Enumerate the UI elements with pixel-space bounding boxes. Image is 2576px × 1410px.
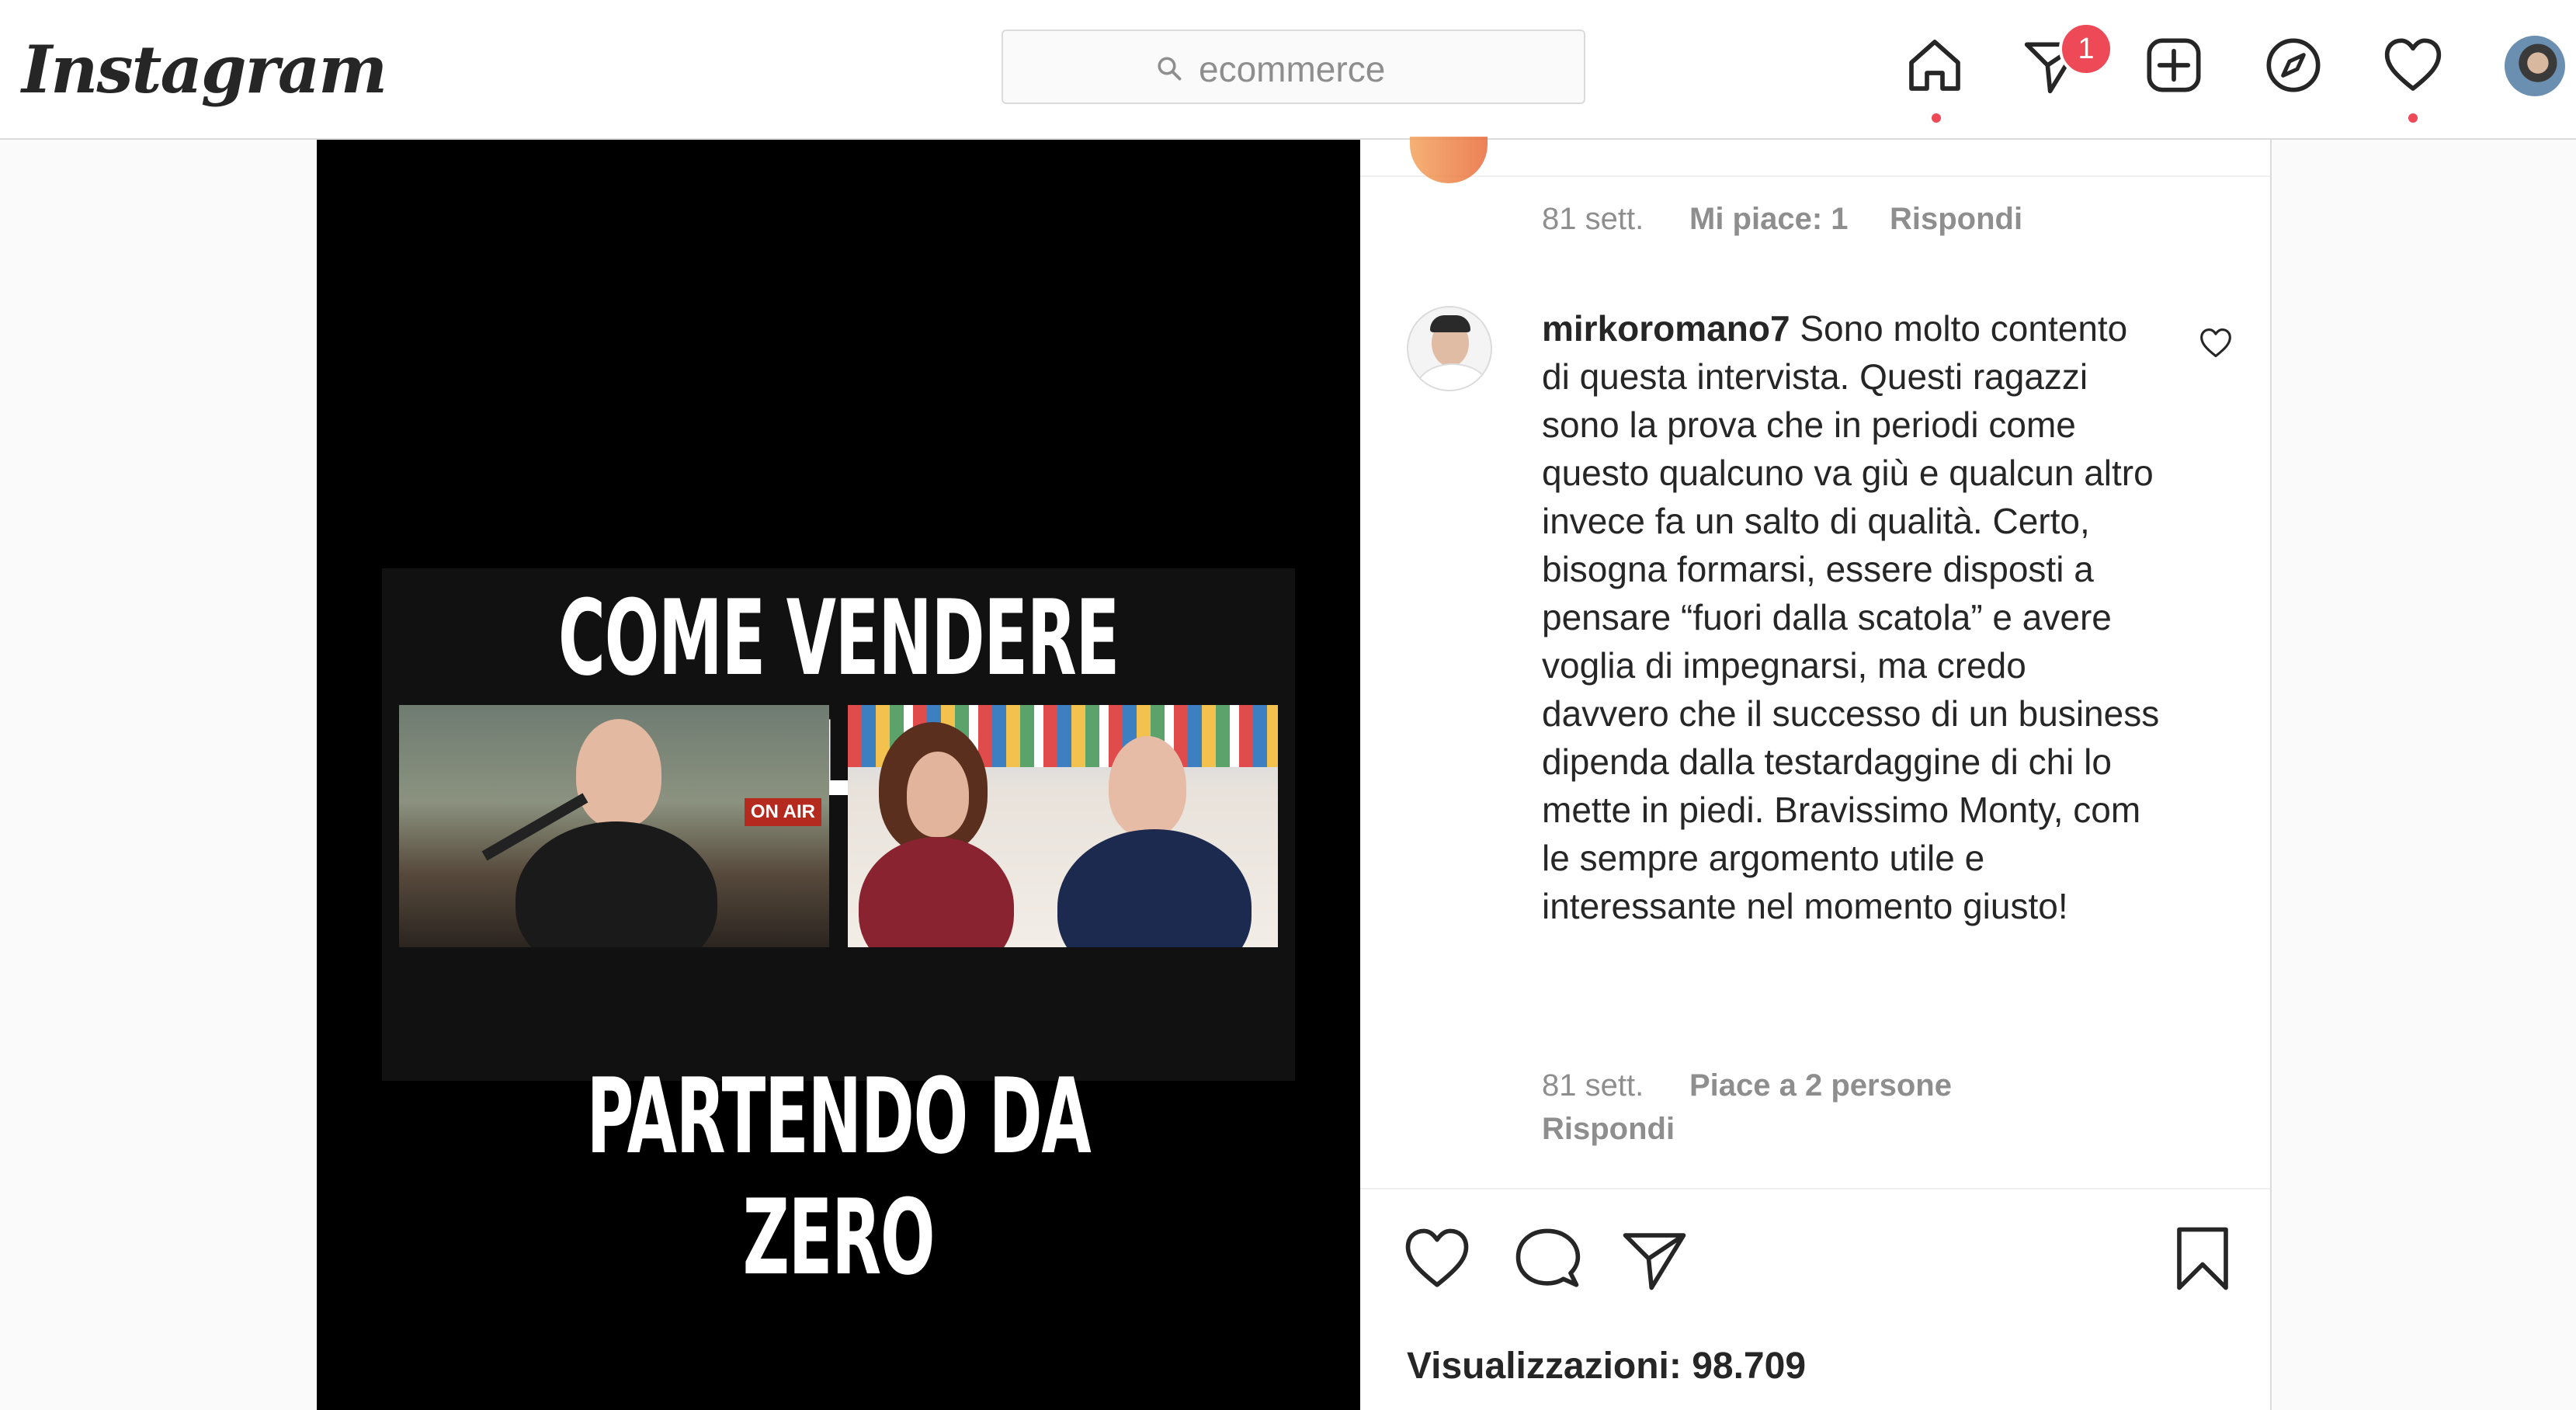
previous-comment-likes-label: Mi piace: 1 [1689,202,1849,236]
comment-username[interactable]: mirkoromano7 [1542,308,1790,349]
comments-panel: 81 sett. Mi piace: 1 Rispondi mirkoroman… [1360,137,2270,1410]
notification-badge: 1 [2059,22,2113,76]
avatar-shirt [1416,363,1489,390]
save-icon[interactable] [2168,1224,2238,1294]
home-active-dot [1932,113,1941,123]
top-navigation-bar: Instagram ecommerce 1 [0,0,2576,140]
divider [1360,175,2270,177]
search-icon [1158,57,1182,81]
comment-reply-label: Rispondi [1542,1112,1675,1146]
video-thumbnail: COME VENDERE ONLINE ON AIR PARTENDO DA Z… [382,568,1295,1298]
activity-dot [2408,113,2418,123]
search-input[interactable]: ecommerce [1002,30,1585,104]
home-icon[interactable] [1904,34,1966,96]
profile-avatar[interactable] [2505,36,2565,96]
comment-likes[interactable]: Piace a 2 persone [1689,1068,1952,1103]
video-frame-guests [848,705,1278,947]
guest-woman-body [859,837,1014,947]
comment-reply[interactable]: Rispondi [1542,1112,1675,1147]
view-count: Visualizzazioni: 98.709 [1407,1346,1807,1387]
guest-woman-face [907,752,969,837]
guest-man-face [1109,736,1186,837]
host-face [576,719,661,828]
comment-like-icon[interactable] [2199,326,2233,360]
video-title-bottom: PARTENDO DA ZERO [586,1056,1092,1298]
comment-likes-label: Piace a 2 persone [1689,1068,1952,1103]
comment-time[interactable]: 81 sett. [1542,1068,1644,1103]
previous-comment-time[interactable]: 81 sett. [1542,202,1644,237]
on-air-sign: ON AIR [744,798,821,826]
activity-icon[interactable] [2382,34,2444,96]
post-video[interactable]: COME VENDERE ONLINE ON AIR PARTENDO DA Z… [317,140,1360,1410]
new-post-icon[interactable] [2143,34,2205,96]
explore-icon[interactable] [2262,34,2324,96]
comment-avatar[interactable] [1407,306,1492,391]
previous-comment-reply-label: Rispondi [1890,202,2023,236]
instagram-logo[interactable]: Instagram [22,31,387,108]
search-query: ecommerce [1199,49,1386,89]
host-body [516,821,717,947]
comment-icon[interactable] [1512,1224,1582,1294]
like-icon[interactable] [1402,1224,1472,1294]
avatar-hair [1430,315,1470,332]
video-frame-host: ON AIR [399,705,829,947]
comment-text: Sono molto contento di questa intervista… [1542,308,2160,926]
share-icon[interactable] [1620,1224,1689,1294]
previous-comment-reply[interactable]: Rispondi [1890,202,2022,237]
comment-body: mirkoromano7 Sono molto contento di ques… [1542,304,2163,930]
guest-man-body [1057,829,1252,947]
previous-comment-likes[interactable]: Mi piace: 1 [1689,202,1849,237]
divider [1360,1188,2270,1189]
